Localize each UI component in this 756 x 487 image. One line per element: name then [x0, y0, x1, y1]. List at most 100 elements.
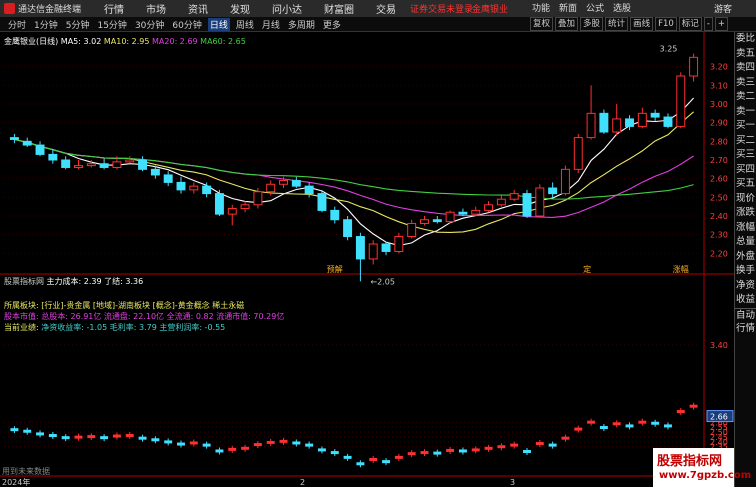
candle-body: [99, 163, 109, 168]
indicator-tick: [90, 433, 92, 441]
indicator-tick: [577, 425, 579, 433]
indicator-tick: [423, 449, 425, 457]
panel-item[interactable]: 买五: [735, 177, 756, 192]
panel-item[interactable]: 换手: [735, 264, 756, 279]
candlesticks: [9, 53, 699, 282]
high-price-label: 3.25: [660, 45, 678, 54]
price-tick-label: 3.10: [710, 81, 728, 90]
ma20-value: MA20: 2.69: [152, 37, 198, 46]
indicator-tick: [77, 433, 79, 441]
indicator-legend: 股票指标网 主力成本: 2.39 了结: 3.36: [4, 276, 143, 287]
panel-item[interactable]: 总量: [735, 235, 756, 250]
panel-item[interactable]: 现价: [735, 192, 756, 207]
price-tick-label: 3.20: [710, 63, 728, 72]
settle-value: 了结: 3.36: [104, 277, 144, 286]
ma5-value: MA5: 3.02: [60, 37, 102, 46]
price-tick-label: 2.60: [710, 175, 728, 184]
panel-item[interactable]: 行情: [735, 322, 756, 337]
indicator-tick: [116, 432, 118, 440]
indicator-tick: [372, 456, 374, 464]
indicator-tick: [680, 408, 682, 416]
panel-item[interactable]: 买三: [735, 148, 756, 163]
candle-body: [548, 187, 558, 195]
candle-body: [573, 137, 583, 170]
candle-body: [304, 185, 314, 195]
candle-body: [471, 209, 481, 215]
panel-item[interactable]: 外盘: [735, 250, 756, 265]
candle-body: [625, 118, 634, 127]
panel-item[interactable]: 涨跌: [735, 206, 756, 221]
panel-item[interactable]: 卖四: [735, 61, 756, 76]
panel-item[interactable]: 买四: [735, 163, 756, 178]
price-axis: 3.20 3.10 3.00 2.90 2.80 2.70 2.60 2.50 2.40 2.30…: [2, 45, 734, 487]
candle-body: [74, 165, 83, 168]
panel-item[interactable]: 买二: [735, 134, 756, 149]
candle-body: [214, 193, 224, 215]
quote-side-panel: 委比 卖五 卖四 卖三 卖二 卖一 买一 买二 买三 买四 买五 现价 涨跌 涨…: [734, 32, 756, 487]
panel-item[interactable]: 收益: [735, 293, 756, 308]
date-axis-label: 3: [510, 478, 515, 487]
indicator-tick: [475, 446, 477, 454]
low-price-label: ←2.05: [370, 277, 395, 286]
price-tick-label: 2.40: [710, 212, 728, 221]
indicator-tick: [359, 460, 361, 468]
price-tick-label: 3.00: [710, 100, 728, 109]
ma10-value: MA10: 2.95: [103, 37, 150, 46]
candle-body: [125, 159, 135, 163]
candle-body: [343, 219, 353, 238]
indicator-tick: [641, 418, 643, 426]
kline-chart[interactable]: 3.20 3.10 3.00 2.90 2.80 2.70 2.60 2.50 2.40 2.30…: [0, 0, 756, 487]
panel-item[interactable]: 涨幅: [735, 221, 756, 236]
indicator-tick: [513, 441, 515, 449]
indicator-tick: [500, 443, 502, 451]
panel-item[interactable]: 卖五: [735, 47, 756, 62]
indicator-tick-label: 3.40: [710, 341, 728, 350]
panel-item[interactable]: 自动: [735, 307, 756, 323]
indicator-tick: [693, 402, 695, 410]
candle-body: [355, 236, 365, 260]
price-tick-label: 2.90: [710, 119, 728, 128]
candle-body: [612, 118, 622, 133]
candle-body: [676, 75, 686, 127]
indicator-name[interactable]: 股票指标网: [4, 277, 44, 286]
candle-body: [240, 204, 250, 210]
indicator-tick: [347, 453, 349, 461]
indicator-tick: [270, 438, 272, 446]
panel-item[interactable]: 卖一: [735, 105, 756, 120]
candle-body: [189, 185, 199, 191]
site-watermark: 股票指标网 www.7gpzb.com: [653, 448, 751, 487]
stock-title[interactable]: 金鹰银业(日线): [4, 37, 58, 46]
candle-body: [291, 180, 301, 187]
candle-body: [663, 116, 673, 127]
price-tick-label: 2.20: [710, 249, 728, 258]
panel-item[interactable]: 买一: [735, 119, 756, 134]
chart-grid: [0, 32, 734, 477]
indicator-tick: [603, 424, 605, 432]
indicator-tick: [218, 447, 220, 455]
performance-label: 当前业绩:: [4, 323, 39, 332]
indicator-tick: [398, 453, 400, 461]
sector-info: 所属板块: [行业]-贵金属 [地域]-湖南板块 [概念]-黄金概念 稀土永磁: [4, 301, 245, 310]
candle-body: [150, 168, 160, 176]
panel-item[interactable]: 卖二: [735, 90, 756, 105]
date-axis-label: 2: [300, 478, 305, 487]
indicator-tick: [13, 426, 15, 434]
indicator-tick: [283, 437, 285, 445]
indicator-tick: [616, 420, 618, 428]
candle-body: [420, 219, 429, 224]
candle-body: [163, 174, 173, 183]
event-label: 预解: [327, 264, 343, 274]
indicator-tick: [411, 450, 413, 458]
candle-body: [445, 211, 455, 223]
indicator-tick: [26, 427, 28, 435]
indicator-bars: [10, 402, 698, 468]
panel-item[interactable]: 净资: [735, 279, 756, 294]
indicator-tick: [206, 441, 208, 449]
indicator-tick: [244, 444, 246, 452]
ma60-value: MA60: 2.65: [200, 37, 246, 46]
indicator-tick: [654, 419, 656, 427]
panel-item[interactable]: 委比: [735, 32, 756, 47]
candle-body: [138, 159, 148, 170]
panel-item[interactable]: 卖三: [735, 76, 756, 91]
indicator-tick: [590, 418, 592, 426]
